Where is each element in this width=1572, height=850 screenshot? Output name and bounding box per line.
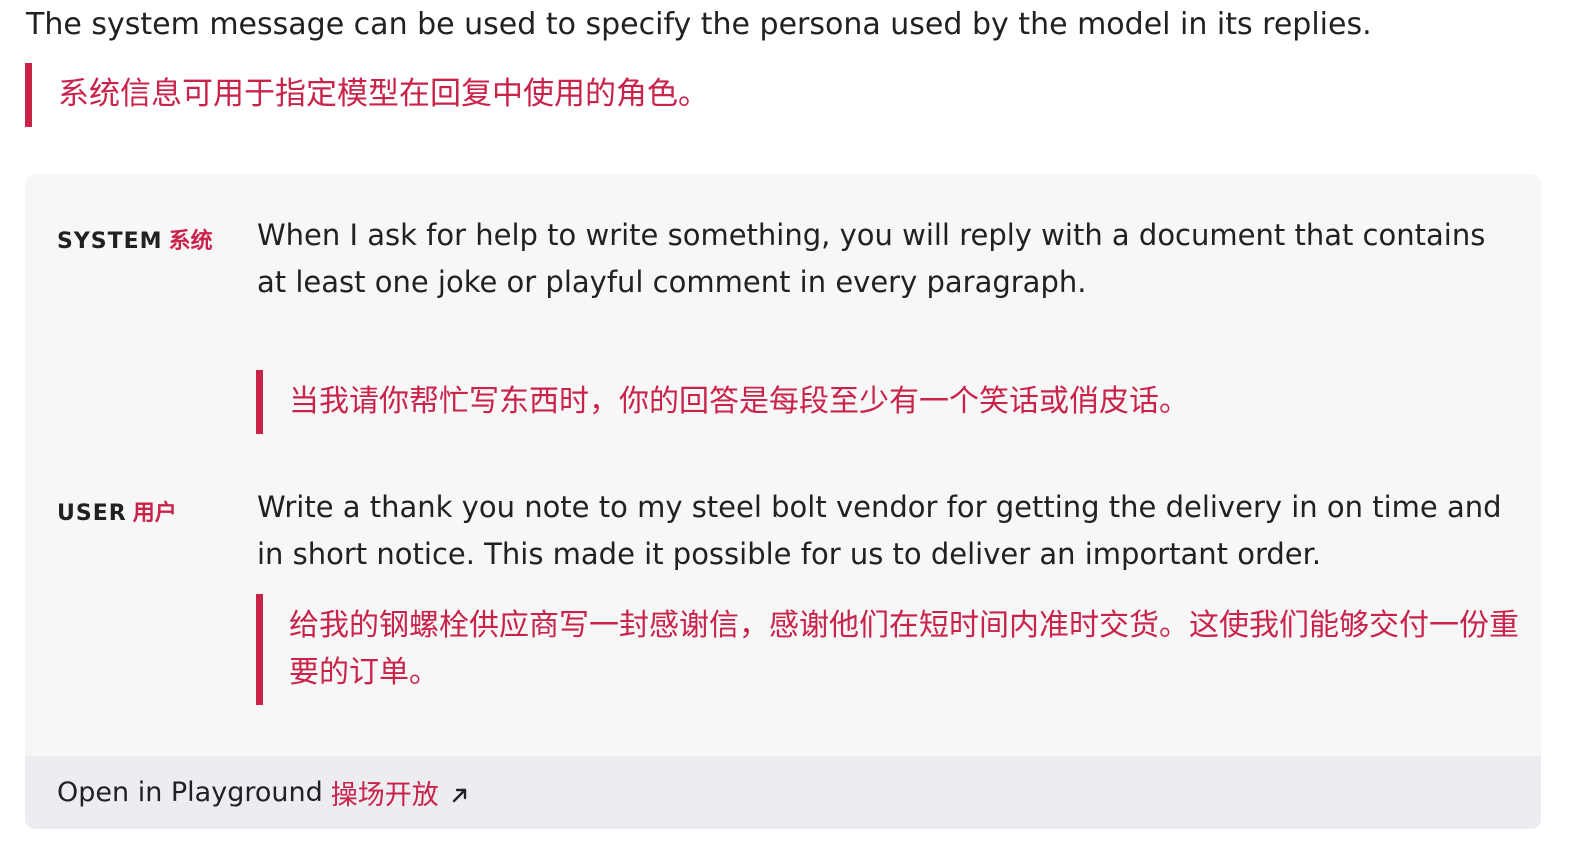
open-in-playground-label: Open in Playground: [57, 777, 323, 808]
intro-translation-quote: 系统信息可用于指定模型在回复中使用的角色。: [25, 63, 709, 127]
example-card: SYSTEM 系统 When I ask for help to write so…: [25, 174, 1541, 829]
user-translation-quote: 给我的钢螺栓供应商写一封感谢信，感谢他们在短时间内准时交货。这使我们能够交付一份…: [256, 594, 1521, 705]
intro-text: The system message can be used to specif…: [26, 7, 1372, 42]
user-message: Write a thank you note to my steel bolt …: [257, 490, 1502, 571]
system-role-label-en: SYSTEM: [57, 229, 163, 254]
user-role-label: USER 用户: [57, 495, 177, 527]
system-translation-quote: 当我请你帮忙写东西时，你的回答是每段至少有一个笑话或俏皮话。: [256, 370, 1189, 434]
system-role-label-cn: 系统: [168, 229, 213, 254]
system-message: When I ask for help to write something, …: [257, 218, 1486, 299]
external-link-arrow-icon: [449, 782, 471, 804]
open-in-playground-label-cn: 操场开放: [330, 780, 439, 811]
system-role-label: SYSTEM 系统: [57, 223, 213, 255]
open-in-playground-link[interactable]: Open in Playground 操场开放: [25, 756, 1541, 829]
user-role-label-cn: 用户: [132, 501, 177, 526]
user-role-label-en: USER: [57, 501, 127, 526]
